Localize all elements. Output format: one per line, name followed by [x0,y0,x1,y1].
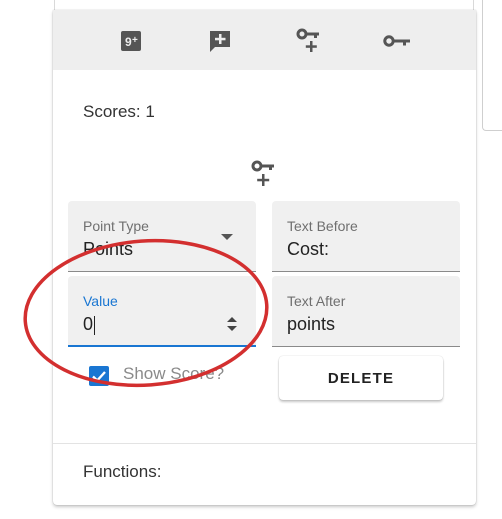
text-before-field[interactable]: Text Before Cost: [272,201,460,272]
text-before-value: Cost: [287,239,330,259]
dropdown-caret-icon [221,234,233,240]
functions-heading: Functions: [83,462,162,481]
number-spinner-icon[interactable] [226,314,238,334]
nine-plus-icon[interactable]: 9 + [117,28,145,54]
text-after-label: Text After [287,293,346,309]
svg-text:+: + [132,35,138,46]
value-input-text: 0 [83,314,96,335]
point-type-label: Point Type [83,218,149,234]
value-label: Value [83,293,118,309]
show-score-label: Show Score? [123,364,225,383]
score-card: 9 + Scores: 1 Point Type Points Text Bef… [53,10,476,505]
text-after-field[interactable]: Text After points [272,276,460,347]
delete-button[interactable]: DELETE [279,356,443,400]
text-after-value: points [287,314,336,334]
value-number-input[interactable]: Value 0 [68,276,256,347]
scores-count: Scores: 1 [83,102,155,121]
point-type-value: Points [83,239,134,259]
text-before-label: Text Before [287,218,358,234]
previous-panel-edge [54,0,474,10]
point-type-select[interactable]: Point Type Points [68,201,256,272]
key-icon[interactable] [383,28,411,54]
value-text: 0 [83,314,94,334]
show-score-checkbox[interactable] [89,366,109,386]
adjacent-panel-edge [482,0,502,131]
add-key-icon[interactable] [251,160,277,190]
add-key-icon[interactable] [295,28,323,54]
section-divider [53,443,476,444]
add-comment-icon[interactable] [206,28,234,54]
svg-text:9: 9 [125,35,132,49]
text-cursor [94,315,96,335]
card-toolbar: 9 + [53,10,476,70]
